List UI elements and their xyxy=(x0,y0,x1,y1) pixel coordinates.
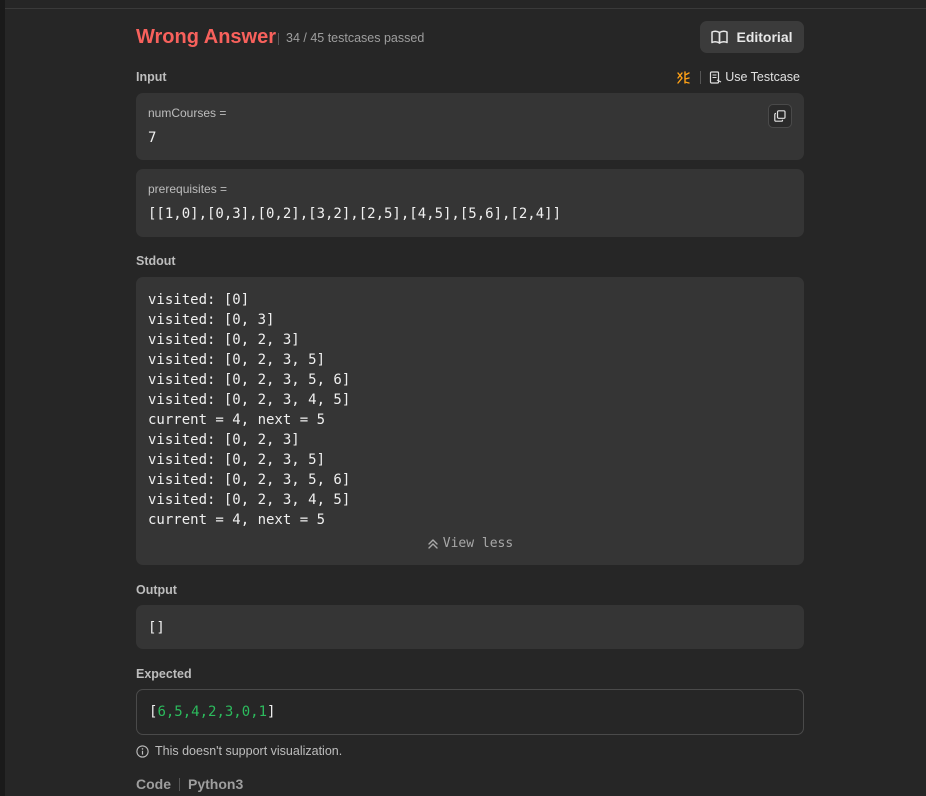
stdout-line: current = 4, next = 5 xyxy=(148,412,326,428)
input-var-value[interactable]: [[1,0],[0,3],[0,2],[3,2],[2,5],[4,5],[5,… xyxy=(148,206,561,222)
result-status: Wrong Answer xyxy=(136,26,277,48)
input-label: Input xyxy=(136,70,167,84)
stdout-line: current = 4, next = 5 xyxy=(148,512,326,528)
code-divider xyxy=(179,777,180,791)
stdout-lines: visited: [0] visited: [0, 3] visited: [0… xyxy=(148,290,350,530)
code-language: Python3 xyxy=(188,776,244,792)
testcases-passed: 34 / 45 testcases passed xyxy=(286,31,425,45)
copy-icon xyxy=(774,110,786,122)
stdout-label: Stdout xyxy=(136,254,176,268)
stdout-line: visited: [0, 3] xyxy=(148,312,275,328)
stdout-line: visited: [0, 2, 3] xyxy=(148,432,300,448)
stdout-line: visited: [0, 2, 3, 4, 5] xyxy=(148,492,351,508)
view-less-label: View less xyxy=(442,536,514,551)
stdout-line: visited: [0, 2, 3, 4, 5] xyxy=(148,392,351,408)
result-header: Wrong Answer 34 / 45 testcases passed Ed… xyxy=(136,21,804,54)
input-var-value[interactable]: 7 xyxy=(148,130,156,146)
book-open-icon xyxy=(711,30,729,44)
output-value[interactable]: [] xyxy=(148,620,165,636)
visualization-note: This doesn't support visualization. xyxy=(136,744,342,758)
view-less-button[interactable]: View less xyxy=(136,536,804,551)
copy-button[interactable] xyxy=(768,104,792,128)
expected-box: [6,5,4,2,3,0,1] xyxy=(136,689,804,735)
stdout-line: visited: [0, 2, 3, 5] xyxy=(148,352,326,368)
input-var-name: prerequisites = xyxy=(148,182,228,196)
stdout-line: visited: [0, 2, 3] xyxy=(148,332,300,348)
expected-close-bracket: ] xyxy=(267,704,276,720)
code-label: Code xyxy=(136,776,171,792)
editorial-label: Editorial xyxy=(736,29,793,45)
use-testcase-label: Use Testcase xyxy=(725,70,800,84)
stdout-line: visited: [0] xyxy=(148,292,250,308)
input-numcourses-box: numCourses = 7 xyxy=(136,93,804,160)
expected-value[interactable]: [6,5,4,2,3,0,1] xyxy=(149,704,275,720)
editorial-button[interactable]: Editorial xyxy=(700,21,804,53)
top-divider xyxy=(5,0,926,9)
left-panel-border xyxy=(0,0,5,796)
visualization-note-text: This doesn't support visualization. xyxy=(155,744,343,758)
toolbar-divider xyxy=(700,70,702,84)
expected-values: 6,5,4,2,3,0,1 xyxy=(157,704,268,720)
debug-icon[interactable] xyxy=(676,70,691,85)
stdout-line: visited: [0, 2, 3, 5, 6] xyxy=(148,372,351,388)
input-prerequisites-box: prerequisites = [[1,0],[0,3],[0,2],[3,2]… xyxy=(136,169,804,237)
output-label: Output xyxy=(136,583,177,597)
testcase-icon xyxy=(710,70,722,84)
header-divider xyxy=(278,33,279,45)
stdout-line: visited: [0, 2, 3, 5, 6] xyxy=(148,472,351,488)
expected-label: Expected xyxy=(136,667,192,681)
stdout-line: visited: [0, 2, 3, 5] xyxy=(148,452,326,468)
code-header: Code Python3 xyxy=(136,776,243,792)
use-testcase-button[interactable]: Use Testcase xyxy=(709,70,800,84)
chevrons-up-icon xyxy=(428,538,438,549)
output-box: [] xyxy=(136,605,804,649)
input-toolbar: Use Testcase xyxy=(676,68,800,86)
stdout-box: visited: [0] visited: [0, 3] visited: [0… xyxy=(136,277,804,565)
info-icon xyxy=(136,744,149,758)
input-var-name: numCourses = xyxy=(148,106,227,120)
